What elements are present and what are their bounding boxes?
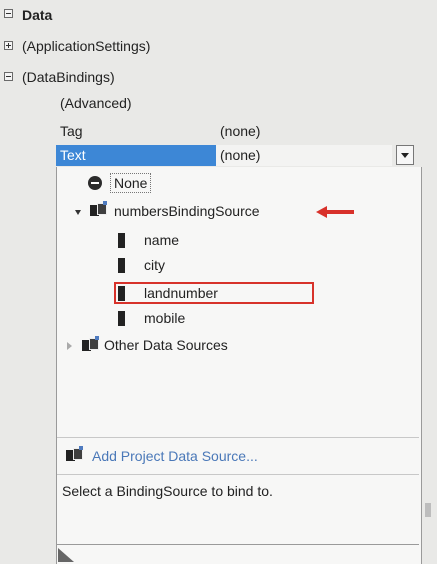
tree-item-field-name[interactable]: name [144, 230, 179, 250]
red-arrow-annotation [316, 206, 356, 218]
collapse-data-icon[interactable] [4, 9, 13, 18]
property-application-settings[interactable]: (ApplicationSettings) [22, 35, 150, 57]
resize-grip-icon[interactable] [58, 548, 74, 562]
tree-item-none[interactable]: None [110, 173, 152, 193]
chevron-down-icon [401, 153, 409, 158]
add-project-data-source-link[interactable]: Add Project Data Source... [92, 446, 258, 466]
property-text-value: (none) [220, 147, 261, 163]
scrollbar[interactable] [425, 503, 431, 517]
property-advanced[interactable]: (Advanced) [60, 92, 132, 114]
expand-application-settings-icon[interactable] [4, 41, 13, 50]
dropdown-button[interactable] [396, 145, 414, 165]
status-text: Select a BindingSource to bind to. [62, 483, 273, 499]
field-icon [118, 258, 125, 273]
highlight-box-annotation [114, 282, 314, 304]
collapse-data-bindings-icon[interactable] [4, 72, 13, 81]
data-sources-icon [82, 336, 100, 352]
tree-item-field-city[interactable]: city [144, 255, 165, 275]
none-icon [88, 176, 102, 190]
tree-item-field-mobile[interactable]: mobile [144, 308, 185, 328]
property-tag-label[interactable]: Tag [60, 120, 83, 142]
property-data-bindings[interactable]: (DataBindings) [22, 66, 115, 88]
separator [57, 544, 419, 545]
field-icon [118, 311, 125, 326]
field-icon [118, 233, 125, 248]
expand-other-sources-icon[interactable] [67, 342, 72, 350]
property-text-label[interactable]: Text [60, 144, 86, 166]
separator [57, 474, 419, 475]
properties-window: Data (ApplicationSettings) (DataBindings… [0, 0, 437, 564]
binding-source-icon-part [103, 201, 107, 205]
collapse-binding-source-icon[interactable] [75, 210, 81, 215]
separator [57, 437, 419, 438]
property-tag-value[interactable]: (none) [220, 120, 260, 142]
add-data-source-icon-part [79, 446, 83, 450]
add-data-source-icon [66, 446, 84, 462]
tree-item-other-data-sources[interactable]: Other Data Sources [104, 335, 228, 355]
category-data: Data [22, 7, 53, 23]
binding-dropdown-panel [56, 167, 422, 564]
tree-item-binding-source[interactable]: numbersBindingSource [114, 201, 260, 221]
binding-source-icon [90, 201, 108, 217]
red-arrow-shaft [326, 210, 354, 214]
data-sources-icon-part [95, 336, 99, 340]
